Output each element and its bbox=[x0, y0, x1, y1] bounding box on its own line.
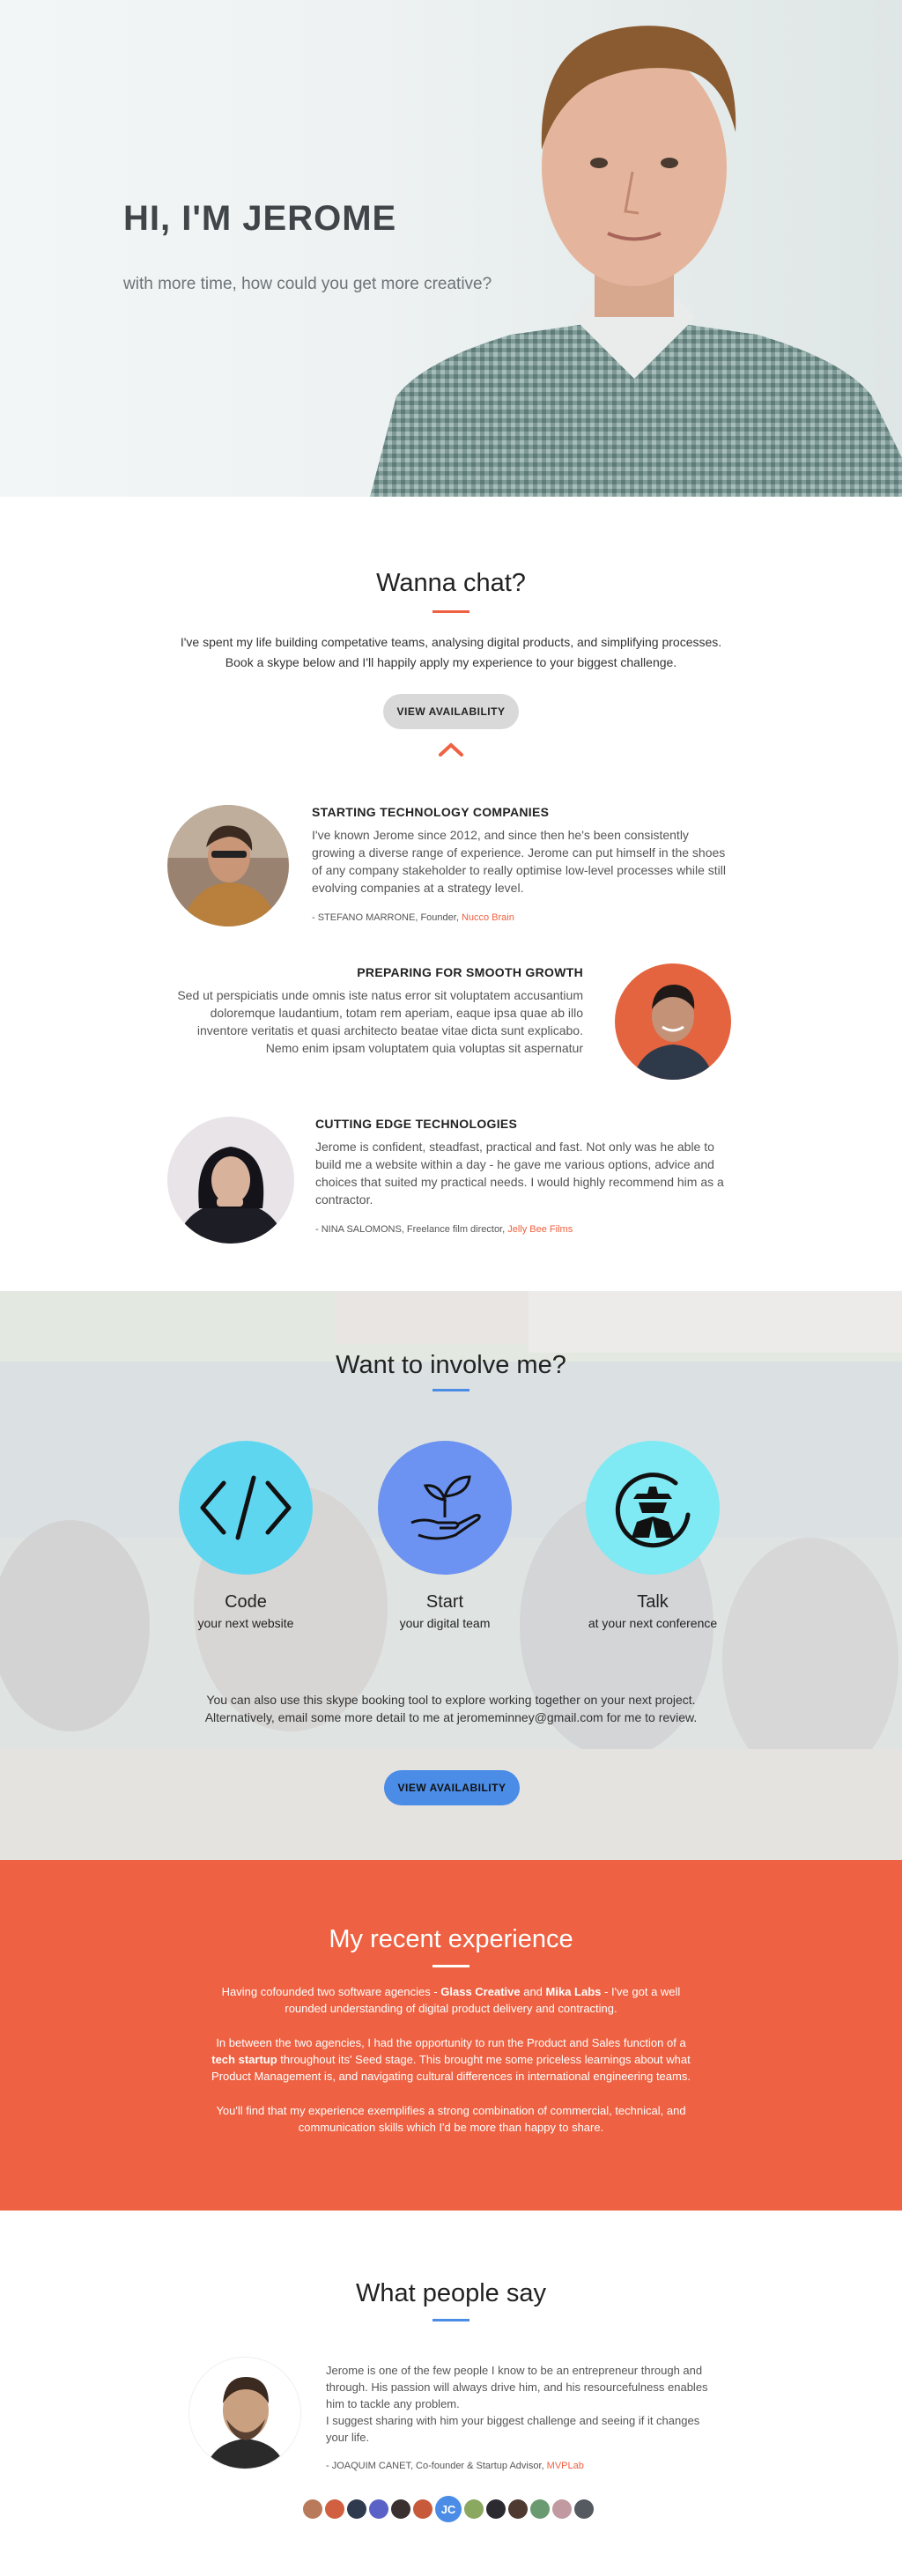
avatar-thumb[interactable] bbox=[347, 2499, 366, 2519]
avatar bbox=[189, 2357, 301, 2469]
testimonial-heading: STARTING TECHNOLOGY COMPANIES bbox=[312, 805, 550, 819]
citation-author: - STEFANO MARRONE, Founder, bbox=[312, 912, 462, 923]
avatar-thumb[interactable] bbox=[303, 2499, 322, 2519]
company-link[interactable]: Nucco Brain bbox=[462, 912, 514, 923]
avatar-thumb[interactable] bbox=[325, 2499, 344, 2519]
hero-banner: HI, I'M JEROME with more time, how could… bbox=[0, 0, 902, 497]
active-avatar-initials: JC bbox=[440, 2502, 456, 2516]
service-subtitle: at your next conference bbox=[588, 1616, 718, 1630]
company-link[interactable]: Jelly Bee Films bbox=[507, 1224, 573, 1235]
avatar-thumb[interactable] bbox=[464, 2499, 484, 2519]
service-name: Start bbox=[425, 1592, 464, 1612]
speaker-icon bbox=[615, 1473, 691, 1548]
testimonial-body: Jerome is confident, steadfast, practica… bbox=[315, 1140, 724, 1207]
people-section: What people say Jerome is one of the few… bbox=[0, 2211, 902, 2576]
testimonial-heading: CUTTING EDGE TECHNOLOGIES bbox=[315, 1117, 518, 1131]
chat-title: Wanna chat? bbox=[376, 569, 526, 597]
testimonial-citation: - JOAQUIM CANET, Co-founder & Startup Ad… bbox=[326, 2458, 717, 2475]
avatar-thumb[interactable] bbox=[574, 2499, 594, 2519]
hero-subtitle: with more time, how could you get more c… bbox=[123, 275, 492, 293]
avatar-thumb[interactable] bbox=[530, 2499, 550, 2519]
involve-text: You can also use this skype booking tool… bbox=[204, 1693, 698, 1724]
people-title: What people say bbox=[355, 2279, 546, 2307]
service-start[interactable]: Start your digital team bbox=[352, 1441, 537, 1630]
citation-author: - JOAQUIM CANET, Co-founder & Startup Ad… bbox=[326, 2461, 547, 2471]
hero-title: HI, I'M JEROME bbox=[123, 199, 397, 238]
people-divider bbox=[433, 2319, 469, 2321]
avatar-thumb[interactable] bbox=[369, 2499, 388, 2519]
company-link[interactable]: MVPLab bbox=[547, 2461, 584, 2471]
code-icon bbox=[200, 1475, 292, 1540]
service-subtitle: your next website bbox=[197, 1616, 294, 1630]
highlight: tech startup bbox=[211, 2053, 277, 2066]
testimonial-body: I've known Jerome since 2012, and since … bbox=[312, 828, 726, 895]
plant-in-hand-icon bbox=[410, 1475, 481, 1540]
quote-text: I suggest sharing with him your biggest … bbox=[326, 2414, 700, 2444]
testimonial-body: Sed ut perspiciatis unde omnis iste natu… bbox=[177, 988, 583, 1055]
testimonials-section: STARTING TECHNOLOGY COMPANIES I've known… bbox=[0, 805, 902, 1291]
testimonial-citation: - STEFANO MARRONE, Founder, Nucco Brain bbox=[312, 912, 731, 923]
service-name: Code bbox=[225, 1592, 267, 1612]
avatar-thumb[interactable] bbox=[508, 2499, 528, 2519]
experience-divider bbox=[433, 1965, 469, 1967]
avatar-thumb-active[interactable]: JC bbox=[435, 2496, 462, 2522]
experience-paragraph: Having cofounded two software agencies -… bbox=[221, 1985, 681, 2015]
testimonial-heading: PREPARING FOR SMOOTH GROWTH bbox=[357, 965, 583, 979]
testimonial-citation: - NINA SALOMONS, Freelance film director… bbox=[315, 1224, 731, 1235]
experience-section: My recent experience Having cofounded tw… bbox=[0, 1860, 902, 2211]
avatar-thumb[interactable] bbox=[413, 2499, 433, 2519]
experience-paragraph: In between the two agencies, I had the o… bbox=[211, 2036, 691, 2083]
service-talk[interactable]: Talk at your next conference bbox=[560, 1441, 745, 1630]
avatar-thumb[interactable] bbox=[486, 2499, 506, 2519]
chat-section: Wanna chat? I've spent my life building … bbox=[0, 497, 902, 805]
testimonial-avatar-carousel: JC bbox=[303, 2496, 594, 2522]
quote-text: Jerome is one of the few people I know t… bbox=[326, 2364, 708, 2410]
experience-paragraph: You'll find that my experience exemplifi… bbox=[216, 2104, 686, 2134]
view-availability-button[interactable]: VIEW AVAILABILITY bbox=[383, 694, 519, 729]
avatar bbox=[167, 805, 289, 926]
service-subtitle: your digital team bbox=[399, 1616, 491, 1630]
involve-section: Want to involve me? Code your next websi… bbox=[0, 1291, 902, 1860]
avatar bbox=[615, 963, 731, 1080]
avatar bbox=[167, 1117, 294, 1244]
involve-title: Want to involve me? bbox=[336, 1351, 566, 1379]
hero-portrait bbox=[370, 26, 902, 497]
service-code[interactable]: Code your next website bbox=[153, 1441, 338, 1630]
chat-divider bbox=[433, 610, 469, 613]
involve-divider bbox=[433, 1389, 469, 1391]
experience-title: My recent experience bbox=[329, 1925, 573, 1953]
view-availability-button[interactable]: VIEW AVAILABILITY bbox=[384, 1770, 520, 1805]
chat-text: I've spent my life building competative … bbox=[180, 635, 722, 669]
service-name: Talk bbox=[637, 1592, 669, 1612]
agency-name: Glass Creative bbox=[440, 1985, 521, 1998]
avatar-thumb[interactable] bbox=[391, 2499, 410, 2519]
avatar-thumb[interactable] bbox=[552, 2499, 572, 2519]
citation-author: - NINA SALOMONS, Freelance film director… bbox=[315, 1224, 508, 1235]
agency-name: Mika Labs bbox=[545, 1985, 602, 1998]
chevron-up-icon[interactable] bbox=[438, 742, 464, 757]
